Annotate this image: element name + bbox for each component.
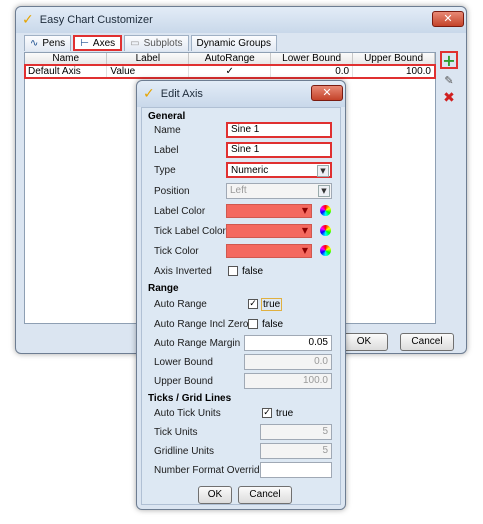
pens-icon: ∿ xyxy=(30,38,39,49)
axes-table: Name Label AutoRange Lower Bound Upper B… xyxy=(24,53,436,79)
subplots-icon: ▭ xyxy=(130,38,140,49)
position-label: Position xyxy=(154,186,190,197)
dropdown-arrow-icon: ▼ xyxy=(301,246,308,255)
tick-label-color-label: Tick Label Color xyxy=(154,226,226,237)
delete-axis-button[interactable]: ✖ xyxy=(440,89,458,107)
dialog-close-button[interactable]: ✕ xyxy=(311,85,343,101)
name-field[interactable]: Sine 1 xyxy=(226,122,332,138)
number-format-override-field[interactable] xyxy=(260,462,332,478)
tick-color-picker[interactable]: ▼ xyxy=(226,244,312,258)
section-general: General xyxy=(148,111,186,122)
axes-icon: ⊢ xyxy=(80,37,89,49)
section-range: Range xyxy=(148,283,179,294)
label-label: Label xyxy=(154,145,179,156)
auto-tick-units-label: Auto Tick Units xyxy=(154,408,221,419)
cell-upper-bound[interactable]: 100.0 xyxy=(352,65,435,78)
name-label: Name xyxy=(154,125,181,136)
gridline-units-field[interactable]: 5 xyxy=(260,443,332,459)
dialog-title: Edit Axis xyxy=(160,88,203,100)
main-close-button[interactable]: ✕ xyxy=(432,11,464,27)
position-select[interactable]: Left ▼ xyxy=(226,183,332,199)
cell-autorange[interactable]: ✓ xyxy=(188,65,272,78)
tab-subplots[interactable]: ▭ Subplots xyxy=(124,35,189,51)
main-cancel-button[interactable]: Cancel xyxy=(400,333,454,351)
section-ticks: Ticks / Grid Lines xyxy=(148,393,232,404)
upper-bound-field[interactable]: 100.0 xyxy=(244,373,332,389)
main-title: Easy Chart Customizer xyxy=(39,14,153,26)
tab-dynamic-groups-label: Dynamic Groups xyxy=(196,38,271,49)
tab-axes-label: Axes xyxy=(92,37,116,49)
main-titlebar[interactable]: ✓ Easy Chart Customizer xyxy=(16,7,466,33)
number-format-override-label: Number Format Override xyxy=(154,465,266,476)
column-header-upper-bound[interactable]: Upper Bound xyxy=(352,53,435,66)
edit-axis-dialog: ✓ Edit Axis ✕ General Name Sine 1 Label … xyxy=(136,80,346,510)
tick-color-label: Tick Color xyxy=(154,246,199,257)
axis-inverted-label: Axis Inverted xyxy=(154,266,212,277)
color-wheel-icon[interactable] xyxy=(320,225,331,236)
app-check-icon: ✓ xyxy=(22,12,34,28)
tick-label-color-picker[interactable]: ▼ xyxy=(226,224,312,238)
cell-lower-bound[interactable]: 0.0 xyxy=(270,65,354,78)
column-header-name[interactable]: Name xyxy=(25,53,108,66)
tick-units-field[interactable]: 5 xyxy=(260,424,332,440)
type-label: Type xyxy=(154,165,176,176)
label-color-label: Label Color xyxy=(154,206,206,217)
tab-axes[interactable]: ⊢ Axes xyxy=(73,35,123,51)
label-field[interactable]: Sine 1 xyxy=(226,142,332,158)
table-header-row: Name Label AutoRange Lower Bound Upper B… xyxy=(25,53,435,66)
auto-tick-units-value: true xyxy=(276,408,294,419)
auto-tick-units-checkbox[interactable]: ✓ xyxy=(262,408,272,418)
auto-range-margin-field[interactable]: 0.05 xyxy=(244,335,332,351)
main-ok-button[interactable]: OK xyxy=(340,333,388,351)
dialog-ok-button[interactable]: OK xyxy=(198,486,232,504)
type-select[interactable]: Numeric ▼ xyxy=(226,162,332,178)
tab-subplots-label: Subplots xyxy=(143,38,183,49)
dialog-body: General Name Sine 1 Label Sine 1 Type Nu… xyxy=(141,107,341,505)
axis-inverted-value: false xyxy=(242,266,264,277)
cell-name[interactable]: Default Axis xyxy=(25,65,108,78)
lower-bound-label: Lower Bound xyxy=(154,357,213,368)
color-wheel-icon[interactable] xyxy=(320,245,331,256)
column-header-autorange[interactable]: AutoRange xyxy=(188,53,272,66)
auto-range-incl-zero-value: false xyxy=(262,319,284,330)
add-axis-button[interactable]: + xyxy=(440,51,458,70)
chevron-down-icon: ▼ xyxy=(317,165,329,177)
auto-range-label: Auto Range xyxy=(154,299,207,310)
edit-icon: ✎ xyxy=(444,73,454,87)
dropdown-arrow-icon: ▼ xyxy=(301,206,308,215)
lower-bound-field[interactable]: 0.0 xyxy=(244,354,332,370)
tab-pens[interactable]: ∿ Pens xyxy=(24,35,72,51)
position-value: Left xyxy=(230,185,247,196)
dropdown-arrow-icon: ▼ xyxy=(301,226,308,235)
dialog-check-icon: ✓ xyxy=(143,86,155,102)
auto-range-incl-zero-label: Auto Range Incl Zero xyxy=(154,319,249,330)
axis-inverted-checkbox[interactable] xyxy=(228,266,238,276)
auto-range-value: true xyxy=(261,298,283,311)
edit-axis-button[interactable]: ✎ xyxy=(440,71,458,89)
type-value: Numeric xyxy=(231,165,269,176)
color-wheel-icon[interactable] xyxy=(320,205,331,216)
column-header-label[interactable]: Label xyxy=(106,53,190,66)
table-row[interactable]: Default Axis Value ✓ 0.0 100.0 xyxy=(24,64,436,79)
gridline-units-label: Gridline Units xyxy=(154,446,215,457)
auto-range-incl-zero-checkbox[interactable] xyxy=(248,319,258,329)
auto-range-margin-label: Auto Range Margin xyxy=(154,338,241,349)
main-tabs: ∿ Pens ⊢ Axes ▭ Subplots Dynamic Groups xyxy=(24,35,277,51)
chevron-down-icon: ▼ xyxy=(318,185,330,197)
tick-units-label: Tick Units xyxy=(154,427,198,438)
auto-range-checkbox[interactable]: ✓ xyxy=(248,299,258,309)
upper-bound-label: Upper Bound xyxy=(154,376,213,387)
tab-dynamic-groups[interactable]: Dynamic Groups xyxy=(190,35,277,51)
tab-pens-label: Pens xyxy=(42,38,66,49)
column-header-lower-bound[interactable]: Lower Bound xyxy=(270,53,354,66)
label-color-picker[interactable]: ▼ xyxy=(226,204,312,218)
cell-label[interactable]: Value xyxy=(106,65,190,78)
dialog-cancel-button[interactable]: Cancel xyxy=(238,486,292,504)
